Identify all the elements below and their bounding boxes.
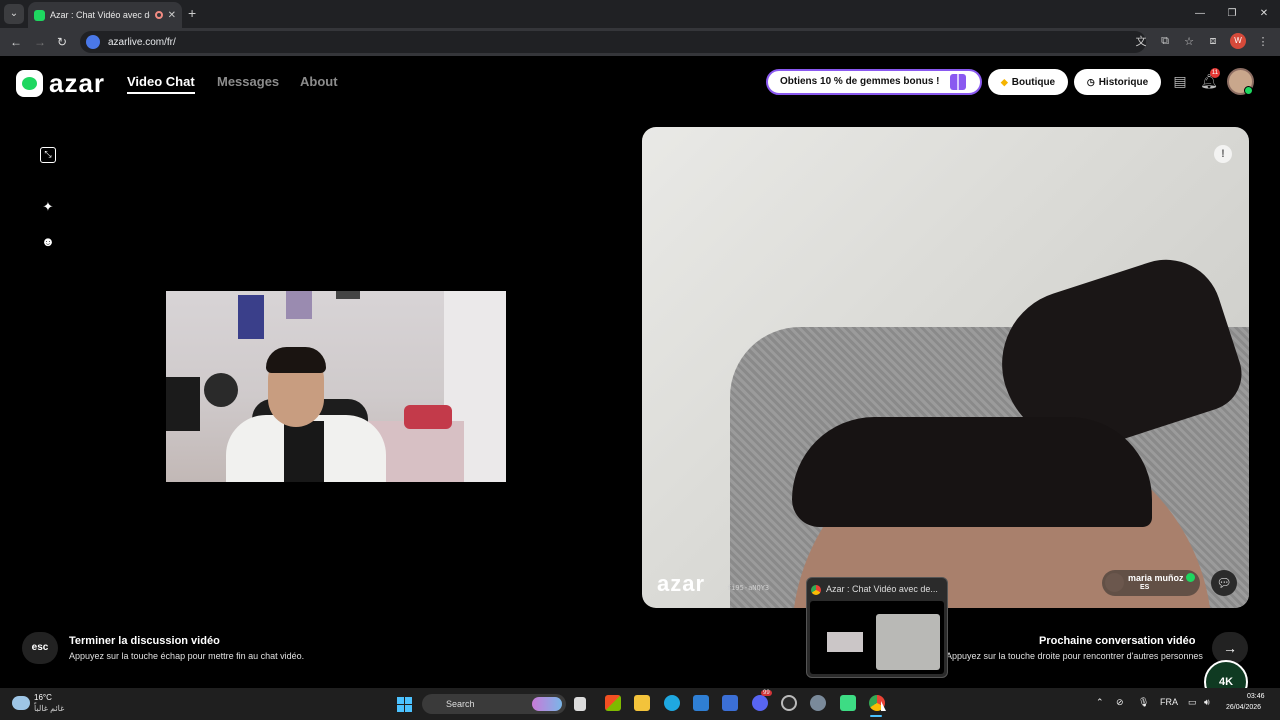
azar-logo[interactable]: azar [16,68,105,99]
browser-menu-icon[interactable]: ⋮ [1256,35,1270,48]
discord-icon[interactable] [752,695,768,711]
site-info-icon[interactable] [86,35,100,49]
settings-gear-icon[interactable] [810,695,826,711]
azar-favicon-icon [34,9,45,21]
network-off-icon[interactable]: ⊘ [1116,697,1124,708]
tab-search-icon[interactable]: ⌄ [4,4,24,24]
edge-browser-icon[interactable] [664,695,680,711]
weather-temperature[interactable]: 16°C [34,693,52,702]
preview-right-video [876,614,940,670]
end-chat-button[interactable]: esc [22,632,58,664]
next-chat-button[interactable]: → [1212,632,1248,664]
history-label: Historique [1098,76,1149,88]
search-highlight-icon [532,697,562,711]
forward-icon[interactable]: → [34,35,46,49]
shop-label: Boutique [1011,76,1056,88]
extensions-icon[interactable]: ⧈ [1206,35,1220,48]
display-icon[interactable]: ▭ [1188,697,1197,708]
widgets-app-icon[interactable] [605,695,621,711]
tray-overflow-icon[interactable]: ⌃ [1096,697,1104,708]
translate-icon[interactable]: 文 [1134,33,1148,49]
next-chat-title: Prochaine conversation vidéo [1039,635,1196,647]
weather-description: غائم غالباً [34,704,65,713]
android-app-icon[interactable] [840,695,856,711]
gem-icon: ◆ [1000,76,1008,87]
end-chat-subtitle: Appuyez sur la touche échap pour mettre … [69,651,305,661]
peer-name: maria muñoz [1128,573,1184,583]
promo-label: Obtiens 10 % de gemmes bonus ! [780,76,940,87]
azar-logo-text: azar [49,68,106,98]
close-window-icon[interactable]: ✕ [1248,0,1280,28]
peer-avatar [1105,573,1124,592]
nav-messages[interactable]: Messages [217,74,279,89]
preview-title: Azar : Chat Vidéo avec de... [826,584,938,594]
history-button[interactable]: ◷ Historique [1074,69,1161,95]
minimize-icon[interactable]: — [1184,0,1216,28]
outlook-icon[interactable] [722,695,738,711]
window-controls: — ❐ ✕ [1184,0,1280,28]
minimize-video-icon[interactable]: ⤡ [40,147,56,163]
remote-video-pane [642,127,1249,608]
browser-tab[interactable]: Azar : Chat Vidéo avec de n ✕ [28,2,182,28]
clock-icon: ◷ [1086,76,1095,87]
chrome-icon [811,585,821,595]
shop-button[interactable]: ◆ Boutique [988,69,1068,95]
language-indicator[interactable]: FRA [1160,697,1178,707]
url-text: azarlive.com/fr/ [108,36,176,48]
obs-icon[interactable] [781,695,797,711]
mouse-cursor [881,701,886,711]
next-chat-subtitle: Appuyez sur la touche droite pour rencon… [946,651,1203,661]
maximize-icon[interactable]: ❐ [1216,0,1248,28]
file-explorer-icon[interactable] [634,695,650,711]
browser-tabstrip: ⌄ Azar : Chat Vidéo avec de n ✕ + — ❐ ✕ [0,0,1280,28]
peer-country: ES [1140,584,1150,591]
inbox-icon[interactable]: ▤ [1170,71,1190,91]
active-app-indicator [870,715,882,717]
cast-icon[interactable]: ⧉ [1158,35,1172,48]
gem-bonus-promo-button[interactable]: Obtiens 10 % de gemmes bonus ! [766,69,982,95]
microphone-icon[interactable]: 🎙︎ [1138,697,1149,708]
face-filter-icon[interactable]: ☻ [40,234,56,250]
report-menu-icon[interactable]: ! [1214,145,1232,163]
volume-icon[interactable]: 🔊︎ [1204,697,1210,708]
gift-icon [950,74,966,90]
nav-about[interactable]: About [300,74,338,89]
browser-toolbar: ← → ↻ azarlive.com/fr/ 文 ⧉ ☆ ⧈ W ⋮ [0,28,1280,56]
tab-title: Azar : Chat Vidéo avec de n [50,10,150,20]
discord-badge: 99 [761,690,772,696]
new-tab-button[interactable]: + [188,5,196,21]
store-app-icon[interactable] [693,695,709,711]
online-status-dot [1244,86,1253,95]
screen: ⌄ Azar : Chat Vidéo avec de n ✕ + — ❐ ✕ … [0,0,1280,720]
clock-time[interactable]: 03:46 [1247,693,1265,700]
chat-bubble-button[interactable]: 💬︎ [1211,570,1237,596]
clock-date[interactable]: 26/04/2026 [1226,704,1261,711]
notification-badge: 11 [1210,68,1220,78]
session-id: fi95-aNQY3 [727,584,770,592]
preview-left-video [827,632,863,652]
windows-start-icon[interactable] [397,697,412,712]
weather-cloud-icon[interactable] [12,696,30,710]
back-icon[interactable]: ← [10,35,22,49]
end-chat-title: Terminer la discussion vidéo [69,635,220,647]
verified-icon [1186,573,1195,582]
close-tab-icon[interactable]: ✕ [168,10,176,21]
self-camera-video [166,291,506,482]
task-view-icon[interactable] [574,697,586,711]
azar-logo-icon [16,70,43,97]
recording-icon [154,11,163,19]
nav-video-chat[interactable]: Video Chat [127,74,195,94]
magic-wand-icon[interactable]: ✦ [40,199,56,215]
toolbar-actions: 文 ⧉ ☆ ⧈ W ⋮ [1134,33,1270,49]
profile-avatar[interactable]: W [1230,33,1246,49]
address-bar[interactable]: azarlive.com/fr/ [80,31,1146,53]
azar-watermark: azar [657,571,706,596]
bookmark-star-icon[interactable]: ☆ [1182,35,1196,48]
reload-icon[interactable]: ↻ [57,35,67,49]
